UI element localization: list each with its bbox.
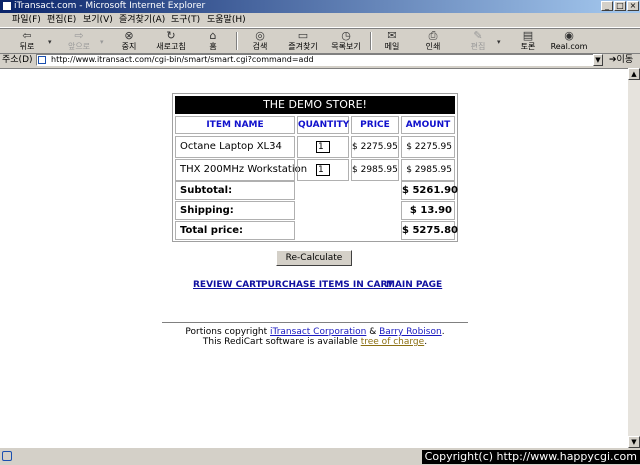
favorites-folder-icon: ▭: [297, 29, 309, 42]
edit-button[interactable]: ✎ 편집: [455, 29, 501, 53]
address-dropdown-icon[interactable]: ▼: [593, 54, 603, 66]
footer-availability: This RediCart software is available tree…: [202, 337, 428, 347]
back-button[interactable]: ⇦ 뒤로: [4, 29, 50, 53]
refresh-button[interactable]: ↻ 새로고침: [148, 29, 194, 53]
discuss-button[interactable]: ▤ 토론: [505, 29, 551, 53]
page-icon: [38, 56, 46, 64]
minimize-button[interactable]: _: [601, 1, 613, 11]
item-price: $ 2275.95: [351, 136, 399, 158]
quantity-cell: 1: [297, 136, 349, 158]
page-viewport: THE DEMO STORE! ITEM NAME QUANTITY PRICE…: [0, 68, 628, 448]
subtotal-value: $ 5261.90: [401, 181, 458, 200]
total-price-label: Total price:: [175, 221, 295, 240]
search-button[interactable]: ◎ 검색: [237, 29, 283, 53]
ie-logo-icon: [2, 1, 12, 11]
address-label: 주소(D): [2, 55, 33, 65]
search-icon: ◎: [255, 29, 265, 42]
printer-icon: ⎙: [428, 29, 438, 42]
back-arrow-icon: ⇦: [22, 29, 32, 42]
real-com-button[interactable]: ◉ Real.com: [546, 29, 592, 53]
shipping-label: Shipping:: [175, 201, 295, 220]
shipping-value: $ 13.90: [401, 201, 455, 220]
store-cart-table: THE DEMO STORE! ITEM NAME QUANTITY PRICE…: [172, 93, 458, 242]
home-button[interactable]: ⌂ 홈: [190, 29, 236, 53]
forward-arrow-icon: ⇨: [74, 29, 84, 42]
maximize-button[interactable]: □: [614, 1, 626, 11]
print-button[interactable]: ⎙ 인쇄: [410, 29, 456, 53]
go-arrow-icon: ➔: [609, 55, 617, 65]
title-bar: iTransact.com - Microsoft Internet Explo…: [0, 0, 640, 13]
item-price: $ 2985.95: [351, 159, 399, 181]
quantity-input[interactable]: 1: [316, 141, 330, 153]
home-icon: ⌂: [209, 29, 217, 42]
item-name: Octane Laptop XL34: [175, 136, 295, 158]
menu-favorites[interactable]: 즐겨찾기(A): [119, 13, 165, 27]
divider: [162, 322, 468, 324]
itransact-link[interactable]: iTransact Corporation: [270, 327, 366, 337]
stop-icon: ⊗: [124, 29, 134, 42]
main-page-link[interactable]: MAIN PAGE: [386, 279, 442, 291]
real-com-icon: ◉: [564, 29, 574, 42]
close-button[interactable]: ×: [627, 1, 639, 11]
scroll-up-icon[interactable]: ▲: [628, 68, 640, 80]
item-name: THX 200MHz Workstation: [175, 159, 307, 181]
menu-view[interactable]: 보기(V): [83, 13, 113, 27]
review-cart-link[interactable]: REVIEW CART: [193, 279, 262, 291]
header-price: PRICE: [351, 116, 399, 134]
favorites-button[interactable]: ▭ 즐겨찾기: [280, 29, 326, 53]
history-button[interactable]: ◷ 목록보기: [323, 29, 369, 53]
refresh-icon: ↻: [166, 29, 176, 42]
address-input[interactable]: http://www.itransact.com/cgi-bin/smart/s…: [36, 54, 603, 66]
total-price-value: $ 5275.80: [401, 221, 458, 240]
store-title: THE DEMO STORE!: [175, 96, 455, 114]
menu-edit[interactable]: 편집(E): [47, 13, 76, 27]
menu-help[interactable]: 도움말(H): [207, 13, 246, 27]
discuss-icon: ▤: [522, 29, 534, 42]
stop-button[interactable]: ⊗ 중지: [106, 29, 152, 53]
address-url[interactable]: http://www.itransact.com/cgi-bin/smart/s…: [51, 55, 314, 65]
mail-icon: ✉: [387, 29, 397, 42]
forward-button[interactable]: ⇨ 앞으로: [56, 29, 102, 53]
recalculate-button[interactable]: Re-Calculate: [276, 250, 352, 266]
history-icon: ◷: [341, 29, 351, 42]
item-amount: $ 2985.95: [401, 159, 455, 181]
menu-file[interactable]: 파일(F): [12, 13, 41, 27]
item-amount: $ 2275.95: [401, 136, 455, 158]
barry-robison-link[interactable]: Barry Robison: [379, 327, 442, 337]
back-dropdown-icon[interactable]: ▾: [48, 36, 54, 48]
mail-button[interactable]: ✉ 메일: [369, 29, 415, 53]
scroll-down-icon[interactable]: ▼: [628, 436, 640, 448]
edit-document-icon: ✎: [473, 29, 483, 42]
free-of-charge-link[interactable]: tree of charge: [361, 337, 424, 347]
header-quantity: QUANTITY: [297, 116, 349, 134]
subtotal-label: Subtotal:: [175, 181, 295, 200]
toolbar: ⇦ 뒤로 ▾ ⇨ 앞으로 ▾ ⊗ 중지 ↻ 새로고침 ⌂ 홈 ◎ 검색 ▭ 즐겨…: [0, 28, 640, 54]
edit-dropdown-icon[interactable]: ▾: [497, 36, 503, 48]
go-button[interactable]: ➔이동: [609, 53, 633, 67]
menu-tools[interactable]: 도구(T): [171, 13, 200, 27]
menu-bar: 파일(F) 편집(E) 보기(V) 즐겨찾기(A) 도구(T) 도움말(H): [0, 13, 640, 28]
purchase-items-link[interactable]: PURCHASE ITEMS IN CART: [261, 279, 393, 291]
quantity-cell: 1: [297, 159, 349, 181]
page-status-icon: [2, 451, 12, 461]
copyright-banner: Copyright(c) http://www.happycgi.com: [421, 450, 640, 464]
header-item-name: ITEM NAME: [175, 116, 295, 134]
status-bar: Copyright(c) http://www.happycgi.com: [0, 448, 640, 465]
address-bar: 주소(D) http://www.itransact.com/cgi-bin/s…: [0, 53, 640, 67]
window-title: iTransact.com - Microsoft Internet Explo…: [14, 1, 206, 11]
vertical-scrollbar[interactable]: ▲ ▼: [628, 68, 640, 448]
header-amount: AMOUNT: [401, 116, 455, 134]
quantity-input[interactable]: 1: [316, 164, 330, 176]
